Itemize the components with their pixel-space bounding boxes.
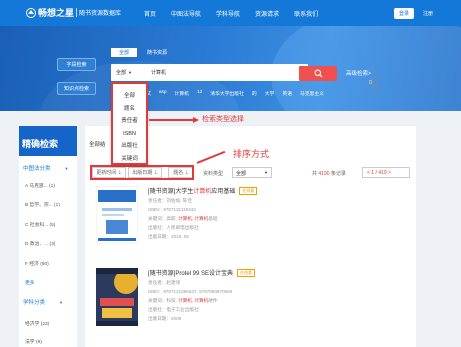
chevron-down-icon: ▼ bbox=[64, 166, 69, 171]
facet-item[interactable]: C 社会科... (5) bbox=[25, 221, 55, 228]
dropdown-option-keyword[interactable]: 关键词 bbox=[113, 153, 146, 166]
online-badge[interactable]: 在线看 bbox=[237, 269, 256, 278]
nav-contact[interactable]: 联系我们 bbox=[294, 9, 318, 18]
annotation-arrow bbox=[149, 119, 193, 121]
result-author: 责任者：刘佐如, 陈佳 bbox=[148, 198, 192, 203]
online-badge[interactable]: 在线看 bbox=[239, 187, 258, 196]
hotword[interactable]: 马克思主义 bbox=[300, 90, 324, 97]
dropdown-option-title[interactable]: 题名 bbox=[113, 103, 146, 116]
search-button[interactable] bbox=[299, 66, 337, 81]
hot-words: 试 asp 计算机 12 清华大学出版社 的 大学 英语 马克思主义 bbox=[146, 90, 332, 97]
result-date: 出版日期：2009 bbox=[148, 316, 182, 321]
facet-item[interactable]: D 政治、... (3) bbox=[25, 240, 55, 247]
refine-title: 精确检索 bbox=[19, 126, 77, 156]
hotword[interactable]: 的 bbox=[252, 90, 257, 97]
result-author: 责任者：赵建领 bbox=[148, 280, 181, 285]
top-bar: 畅想之星 随书资源数据库 首页 中图法导航 学科导航 资源请求 联系我们 登录 … bbox=[0, 0, 461, 26]
result-item: [随书资源]大学生计算机应用基础 在线看 责任者：刘佐如, 陈佳 ISBN：978… bbox=[92, 186, 412, 264]
result-item: [随书资源]Protel 99 SE设计宝典 在线看 责任者：赵建领 ISBN：9… bbox=[92, 268, 412, 346]
main-nav: 首页 中图法导航 学科导航 资源请求 联系我们 bbox=[144, 9, 333, 18]
hotword[interactable]: 大学 bbox=[265, 90, 275, 97]
hotword[interactable]: 计算机 bbox=[175, 90, 189, 97]
result-keywords: 关键词：科技, 计算机, 计算机硬件 bbox=[148, 298, 218, 303]
hotword[interactable]: asp bbox=[159, 90, 167, 97]
search-scope-select[interactable]: 全部 ▼ bbox=[116, 69, 132, 76]
facet-clc[interactable]: 中图法分类 ▼ bbox=[23, 164, 68, 172]
dropdown-option-isbn[interactable]: ISBN bbox=[113, 128, 146, 141]
result-date: 出版日期：2019, 05 bbox=[148, 234, 189, 239]
result-isbn: ISBN：9787115115342 bbox=[148, 207, 196, 212]
dropdown-option-all[interactable]: 全部 bbox=[113, 90, 146, 103]
nav-home[interactable]: 首页 bbox=[144, 9, 156, 18]
total-count: 共 4190 条记录 bbox=[312, 171, 346, 177]
arrow-head-icon bbox=[193, 116, 199, 123]
result-keywords: 关键词：高职, 计算机, 计算机基础 bbox=[148, 216, 218, 221]
tab-all[interactable]: 全部 bbox=[111, 48, 137, 57]
pager[interactable]: < 1 / 419 > bbox=[362, 167, 410, 178]
logo-name: 畅想之星 bbox=[38, 8, 75, 18]
nav-clc[interactable]: 中图法导航 bbox=[171, 9, 201, 18]
nav-request[interactable]: 资源请求 bbox=[255, 9, 279, 18]
result-isbn: ISBN：9787121085637, 9787894870666 bbox=[148, 289, 233, 294]
search-bar: 全部 ▼ 计算机 二次检索 bbox=[111, 64, 378, 93]
hotword[interactable]: 清华大学出版社 bbox=[210, 90, 244, 97]
type-select[interactable]: 全部 ▼ bbox=[232, 167, 272, 178]
register-link[interactable]: 注册 bbox=[423, 10, 433, 17]
dropdown-annotation: 检索类型选择 bbox=[202, 116, 244, 123]
hotword[interactable]: 12 bbox=[197, 90, 202, 97]
logo-subtitle: 随书资源数据库 bbox=[76, 8, 121, 17]
hotword[interactable]: 英语 bbox=[282, 90, 292, 97]
dropdown-option-author[interactable]: 责任者 bbox=[113, 115, 146, 128]
chevron-down-icon: ▼ bbox=[264, 170, 268, 175]
filter-chip[interactable]: 全部结 bbox=[89, 140, 106, 148]
result-publisher: 出版社：电子工业出版社 bbox=[148, 307, 199, 312]
account-area: 登录 注册 bbox=[393, 8, 433, 19]
type-label: 资料类型 bbox=[203, 171, 224, 177]
login-button[interactable]: 登录 bbox=[393, 8, 414, 19]
result-title[interactable]: [随书资源]Protel 99 SE设计宝典 在线看 bbox=[148, 268, 256, 278]
book-cover[interactable] bbox=[96, 268, 138, 326]
page-gutter bbox=[416, 126, 461, 347]
chevron-down-icon: ▼ bbox=[59, 300, 63, 305]
search-input[interactable]: 计算机 bbox=[151, 69, 166, 76]
nav-subject[interactable]: 学科导航 bbox=[216, 9, 240, 18]
facet-item[interactable]: A 马克思... (1) bbox=[25, 182, 55, 189]
facet-item[interactable]: 经济学 (23) bbox=[25, 320, 49, 327]
facet-item[interactable]: F 经济 (80) bbox=[25, 260, 49, 267]
sort-highlight-box bbox=[90, 165, 194, 180]
refine-panel: 精确检索 中图法分类 ▼ A 马克思... (1) B 哲学、宗... (1) C… bbox=[19, 126, 77, 347]
facet-item[interactable]: 法学 (9) bbox=[25, 338, 42, 345]
book-cover[interactable] bbox=[96, 186, 138, 244]
result-title[interactable]: [随书资源]大学生计算机应用基础 在线看 bbox=[148, 186, 258, 196]
facet-subject[interactable]: 学科分类 ▼ bbox=[23, 298, 63, 306]
logo-icon bbox=[26, 7, 36, 18]
field-search-button[interactable]: 字段检索 bbox=[57, 58, 96, 71]
search-icon bbox=[314, 69, 323, 78]
logo[interactable]: 畅想之星 随书资源数据库 bbox=[26, 6, 121, 19]
facet-more-link[interactable]: 更多 bbox=[25, 279, 35, 286]
facet-item[interactable]: B 哲学、宗... (1) bbox=[25, 201, 60, 208]
knowledge-search-button[interactable]: 知识点检索 bbox=[57, 82, 96, 95]
scope-dropdown: 全部 题名 责任者 ISBN 出版社 关键词 bbox=[111, 82, 148, 165]
chevron-down-icon: ▼ bbox=[128, 70, 132, 75]
sort-annotation: 排序方式 bbox=[233, 149, 270, 159]
advanced-search-link[interactable]: 高级检索> bbox=[346, 69, 371, 77]
result-publisher: 出版社：人民邮电出版社 bbox=[148, 225, 199, 230]
dropdown-option-publisher[interactable]: 出版社 bbox=[113, 140, 146, 153]
tab-books[interactable]: 随书资源 bbox=[147, 49, 167, 56]
